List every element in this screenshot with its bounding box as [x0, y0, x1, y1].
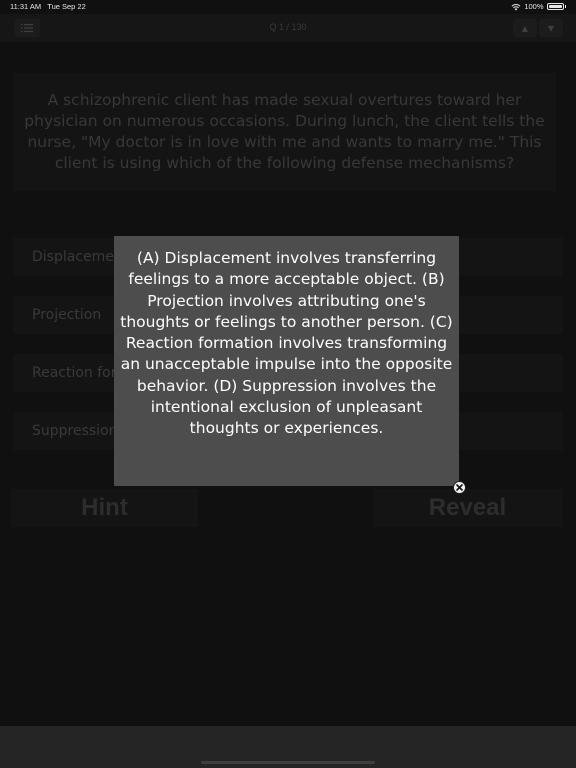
status-right: 100% [511, 2, 566, 11]
wifi-icon [511, 3, 521, 10]
time-text: 11:31 AM [10, 2, 42, 11]
reveal-button[interactable]: Reveal [373, 489, 562, 527]
nav-bar: Q 1 / 130 ▲ ▼ [0, 14, 576, 42]
question-counter: Q 1 / 130 [269, 22, 307, 32]
close-icon [456, 484, 463, 491]
date-text: Tue Sep 22 [47, 2, 86, 11]
status-bar: 11:31 AM Tue Sep 22 100% [0, 0, 576, 14]
question-text: A schizophrenic client has made sexual o… [13, 73, 556, 191]
next-question-button[interactable]: ▼ [539, 19, 563, 37]
battery-icon [546, 3, 564, 10]
explanation-text: (A) Displacement involves transferring f… [120, 249, 453, 438]
close-popup-button[interactable] [453, 481, 466, 494]
home-indicator[interactable] [201, 761, 375, 764]
hint-button[interactable]: Hint [11, 489, 198, 527]
status-time: 11:31 AM Tue Sep 22 [10, 2, 86, 11]
battery-percent: 100% [524, 2, 544, 11]
battery-tip [564, 5, 566, 8]
arrow-up-icon: ▲ [521, 23, 529, 33]
previous-question-button[interactable]: ▲ [513, 19, 537, 37]
arrow-down-icon: ▼ [547, 23, 555, 33]
explanation-popup: (A) Displacement involves transferring f… [114, 236, 459, 486]
